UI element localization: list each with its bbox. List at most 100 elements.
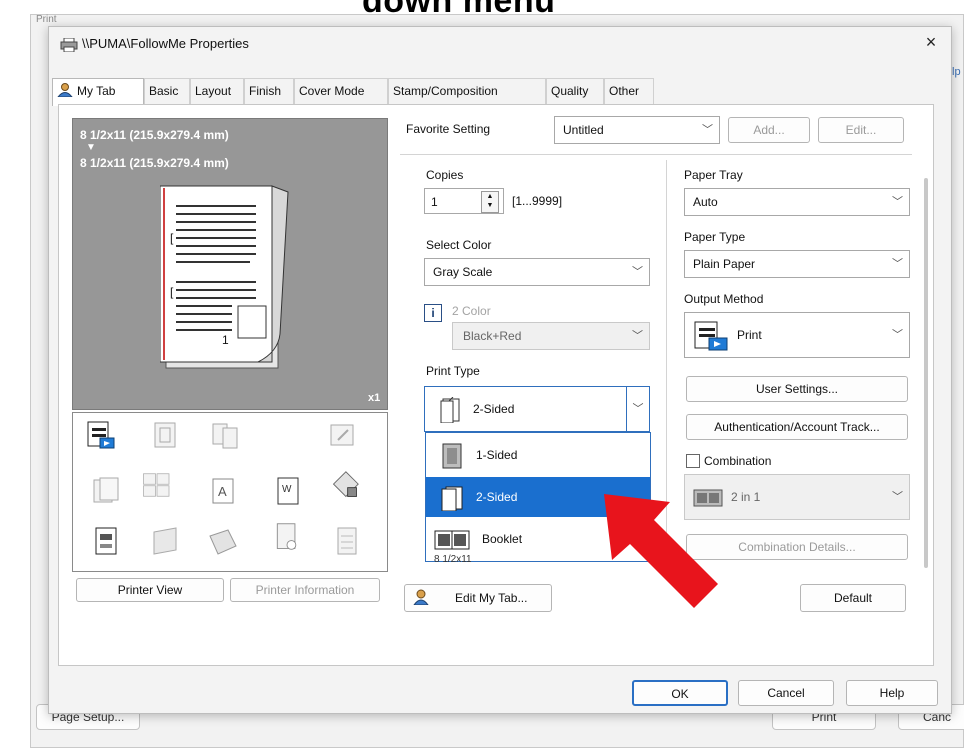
finishing-icon <box>154 422 176 448</box>
user-icon <box>56 83 74 98</box>
two-color-label: 2 Color <box>452 304 491 318</box>
output-method-label: Output Method <box>684 292 764 306</box>
close-icon[interactable]: × <box>920 32 942 53</box>
print-type-option-1-sided[interactable]: 1-Sided <box>426 435 650 475</box>
two-color-select[interactable]: Black+Red ﹀ <box>452 322 650 350</box>
chevron-down-icon: ﹀ <box>632 330 643 342</box>
ok-button[interactable]: OK <box>632 680 728 706</box>
paper-type-select[interactable]: Plain Paper ﹀ <box>684 250 910 278</box>
select-color-label: Select Color <box>426 238 492 252</box>
tab-my-tab-label: My Tab <box>77 84 116 98</box>
paper-tray-label: Paper Tray <box>684 168 743 182</box>
help-button[interactable]: Help <box>846 680 938 706</box>
chevron-down-icon: ﹀ <box>892 491 903 503</box>
combination-checkbox[interactable] <box>686 454 700 468</box>
chevron-down-icon: ﹀ <box>892 258 903 270</box>
option-label: Booklet <box>482 532 523 546</box>
print-type-value: 2-Sided <box>473 402 515 416</box>
edit-favorite-button[interactable]: Edit... <box>818 117 904 143</box>
tab-quality[interactable]: Quality <box>546 78 604 104</box>
cover-page-icon <box>95 527 117 555</box>
option-label: 2-Sided <box>476 490 518 504</box>
two-sided-page-icon <box>440 396 460 424</box>
copies-value: 1 <box>431 195 438 209</box>
red-arrow-annotation <box>604 494 718 608</box>
combination-label: Combination <box>704 454 772 468</box>
scrollbar[interactable] <box>924 178 928 568</box>
favorite-setting-label: Favorite Setting <box>406 122 491 136</box>
user-icon <box>413 589 429 606</box>
authentication-button[interactable]: Authentication/Account Track... <box>686 414 908 440</box>
svg-text:1: 1 <box>222 333 229 347</box>
tab-cover-mode[interactable]: Cover Mode <box>294 78 388 104</box>
two-color-value: Black+Red <box>463 329 522 343</box>
printer-view-button[interactable]: Printer View <box>76 578 224 602</box>
staple-icon <box>209 529 237 555</box>
chevron-down-icon: ﹀ <box>702 124 713 136</box>
svg-text:W: W <box>282 484 292 495</box>
duplex-page-icon <box>212 423 238 449</box>
one-sided-page-icon <box>442 443 462 469</box>
default-button[interactable]: Default <box>800 584 906 612</box>
chevron-down-icon: ﹀ <box>632 266 643 278</box>
document-preview-icon: [[ 1 <box>160 185 289 369</box>
edit-my-tab-label: Edit My Tab... <box>455 591 528 605</box>
cancel-button[interactable]: Cancel <box>738 680 834 706</box>
svg-text:A: A <box>218 484 227 499</box>
print-output-icon <box>694 321 728 351</box>
size-arrow-icon: ▼ <box>86 142 96 153</box>
divider <box>400 154 912 155</box>
tab-stamp-composition[interactable]: Stamp/Composition <box>388 78 546 104</box>
print-output-icon[interactable] <box>86 420 116 450</box>
chevron-down-icon: ﹀ <box>892 196 903 208</box>
watermark-icon: W <box>277 477 299 505</box>
favorite-setting-value: Untitled <box>563 123 604 137</box>
tab-layout[interactable]: Layout <box>190 78 244 104</box>
output-method-select[interactable]: Print ﹀ <box>684 312 910 358</box>
separator-sheet-icon <box>337 527 357 555</box>
paper-type-value: Plain Paper <box>693 257 756 271</box>
copies-range-label: [1...9999] <box>512 194 563 208</box>
select-color-dropdown[interactable]: Gray Scale ﹀ <box>424 258 650 286</box>
tab-my-tab[interactable]: My Tab <box>52 78 144 106</box>
printer-icon <box>60 38 78 52</box>
chevron-down-icon: ﹀ <box>892 329 903 341</box>
option-label: 1-Sided <box>476 448 518 462</box>
printer-information-button[interactable]: Printer Information <box>230 578 380 602</box>
background-help-link[interactable]: lp <box>952 66 961 78</box>
tab-basic[interactable]: Basic <box>144 78 190 104</box>
multi-page-icon <box>143 473 170 497</box>
secure-print-icon <box>332 471 359 498</box>
clipped-size-text: 8 1/2x11 <box>434 554 472 565</box>
paper-tray-value: Auto <box>693 195 718 209</box>
select-color-value: Gray Scale <box>433 265 493 279</box>
print-type-label: Print Type <box>426 364 480 378</box>
favorite-setting-select[interactable]: Untitled ﹀ <box>554 116 720 144</box>
stack-pages-icon <box>93 477 119 503</box>
tab-other[interactable]: Other <box>604 78 654 104</box>
heading-text: down menu <box>362 0 556 20</box>
add-favorite-button[interactable]: Add... <box>728 117 810 143</box>
rotate-page-icon <box>330 424 354 446</box>
paper-tray-select[interactable]: Auto ﹀ <box>684 188 910 216</box>
original-size-label: 8 1/2x11 (215.9x279.4 mm) <box>80 128 229 142</box>
booklet-icon <box>434 530 470 550</box>
spin-arrows-icon[interactable]: ▲ ▼ <box>481 191 499 213</box>
info-icon[interactable]: i <box>424 304 442 322</box>
paper-type-label: Paper Type <box>684 230 746 244</box>
copy-count-label: x1 <box>368 392 381 404</box>
tab-finish[interactable]: Finish <box>244 78 294 104</box>
copies-label: Copies <box>426 168 464 182</box>
window-title: \\PUMA\FollowMe Properties <box>82 36 249 51</box>
booklet-fold-icon <box>153 527 177 555</box>
copies-stepper[interactable]: 1 ▲ ▼ <box>424 188 504 214</box>
two-sided-page-icon <box>441 486 463 512</box>
print-type-select[interactable]: 2-Sided ﹀ <box>424 386 650 432</box>
output-method-value: Print <box>737 328 762 342</box>
chevron-down-icon[interactable]: ﹀ <box>626 387 649 431</box>
output-size-label: 8 1/2x11 (215.9x279.4 mm) <box>80 156 229 170</box>
punch-icon <box>276 523 297 550</box>
user-settings-button[interactable]: User Settings... <box>686 376 908 402</box>
background-dialog-title: Print <box>36 14 57 25</box>
edit-my-tab-button[interactable]: Edit My Tab... <box>404 584 552 612</box>
